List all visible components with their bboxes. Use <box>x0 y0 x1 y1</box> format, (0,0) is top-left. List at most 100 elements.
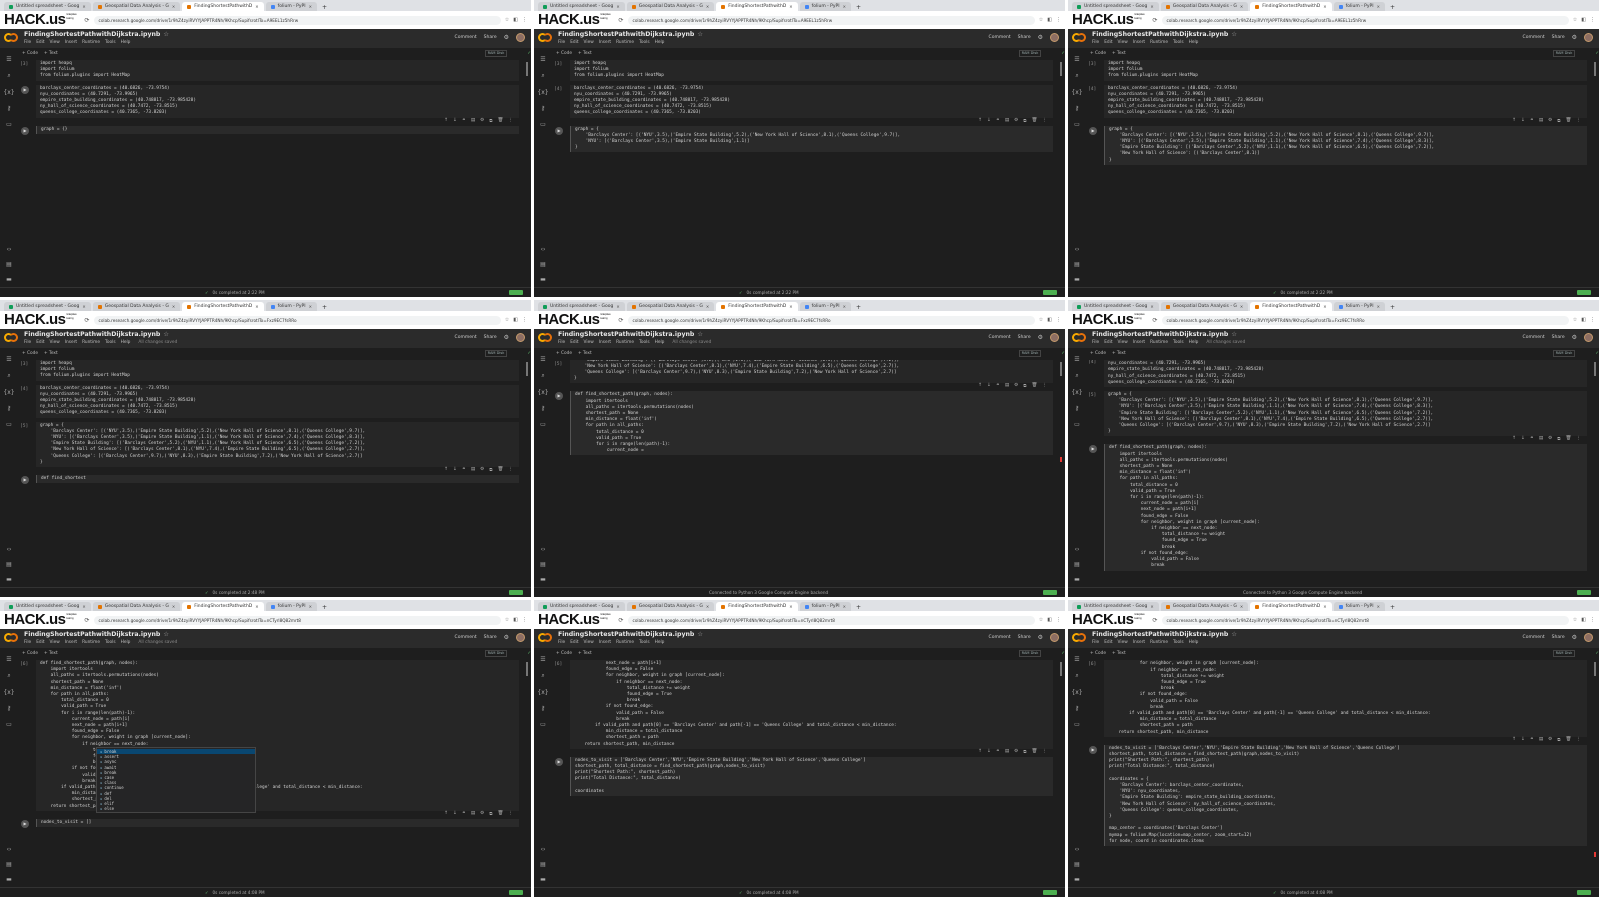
extensions-icon[interactable]: ◧ <box>1581 617 1586 623</box>
folder-icon[interactable]: ▭ <box>6 121 12 128</box>
more-icon[interactable]: ⋮ <box>1042 383 1047 389</box>
menu-edit[interactable]: Edit <box>570 40 578 45</box>
delete-icon[interactable]: 🗑 <box>498 118 504 124</box>
code-editor[interactable]: def find_shortest <box>36 475 519 484</box>
browser-tab[interactable]: Geospatial Data Analysis - G ✕ <box>626 302 715 311</box>
menu-help[interactable]: Help <box>121 340 131 345</box>
menu-file[interactable]: File <box>24 640 31 645</box>
url-field[interactable]: colab.research.google.com/drive/1r9hZ4zy… <box>627 615 1035 625</box>
toc-icon[interactable]: ☰ <box>1074 356 1079 363</box>
code-editor[interactable]: barclays_center_coordinates = (40.6826, … <box>36 384 519 418</box>
add-text-button[interactable]: + Text <box>44 651 58 656</box>
menu-view[interactable]: View <box>584 340 594 345</box>
menu-help[interactable]: Help <box>1189 40 1199 45</box>
runtime-status-badge[interactable] <box>1043 290 1057 295</box>
ram-disk-indicator[interactable]: RAM Disk <box>1018 49 1042 57</box>
search-icon[interactable]: ⌕ <box>541 372 544 380</box>
move-down-icon[interactable]: ↓ <box>1521 436 1525 442</box>
toc-icon[interactable]: ☰ <box>6 56 11 63</box>
secrets-icon[interactable]: ⚷ <box>1075 105 1079 112</box>
code-cell-active[interactable]: ↑ ↓ ⚭ ▤ ⚙ ⧉ 🗑 ⋮ ▶ nodes_to_visit = [] <box>20 811 519 828</box>
star-icon[interactable]: ☆ <box>505 17 509 23</box>
runtime-status-badge[interactable] <box>1577 890 1591 895</box>
link-icon[interactable]: ⚭ <box>462 467 466 473</box>
browser-tab-active[interactable]: FindingShortestPathwithD ✕ <box>1250 302 1332 311</box>
menu-insert[interactable]: Insert <box>65 40 77 45</box>
gear-icon[interactable]: ⚙ <box>1038 634 1043 641</box>
move-up-icon[interactable]: ↑ <box>1512 436 1516 442</box>
delete-icon[interactable]: 🗑 <box>1566 118 1572 124</box>
notebook-title[interactable]: FindingShortestPathwithDijkstra.ipynb ☆ <box>1092 331 1237 338</box>
code-editor[interactable]: def find_shortest_path(graph, nodes): im… <box>570 391 1053 456</box>
run-cell-icon[interactable]: ▶ <box>555 392 563 401</box>
code-editor[interactable]: next_node = path[i+1] found_edge = False… <box>1104 660 1587 737</box>
browser-tab[interactable]: Geospatial Data Analysis - G ✕ <box>92 2 181 11</box>
code-editor[interactable]: import heapq import folium from folium.p… <box>36 60 519 81</box>
delete-icon[interactable]: 🗑 <box>1032 383 1038 389</box>
menu-icon[interactable]: ⋮ <box>522 617 527 623</box>
menu-view[interactable]: View <box>50 40 60 45</box>
terminal-icon[interactable]: ▬ <box>6 276 12 283</box>
secrets-icon[interactable]: ⚷ <box>7 105 11 112</box>
new-tab-icon[interactable]: + <box>1387 304 1398 311</box>
menu-insert[interactable]: Insert <box>599 40 611 45</box>
browser-tab[interactable]: Geospatial Data Analysis - G ✕ <box>1160 602 1249 611</box>
more-icon[interactable]: ⋮ <box>508 811 513 817</box>
code-cell-active[interactable]: ↑ ↓ ⚭ ▤ ⚙ ⧉ 🗑 ⋮ ▶ nodes_to_visit = ['Barclays Cen… <box>1088 737 1587 847</box>
notebook-title[interactable]: FindingShortestPathwithDijkstra.ipynb ☆ <box>558 631 703 638</box>
menu-file[interactable]: File <box>558 640 565 645</box>
ram-disk-indicator[interactable]: RAM Disk <box>1018 349 1042 357</box>
command-palette-icon[interactable]: ▤ <box>6 261 12 268</box>
move-up-icon[interactable]: ↑ <box>444 118 448 124</box>
run-cell-icon[interactable]: ▶ <box>21 85 29 94</box>
search-icon[interactable]: ⌕ <box>541 72 544 80</box>
star-icon[interactable]: ☆ <box>1039 17 1043 23</box>
extensions-icon[interactable]: ◧ <box>1581 17 1586 23</box>
add-text-button[interactable]: + Text <box>1112 351 1126 356</box>
code-snippets-icon[interactable]: ‹› <box>541 546 546 553</box>
menu-edit[interactable]: Edit <box>570 640 578 645</box>
browser-tab[interactable]: folium - PyPI ✕ <box>799 602 851 611</box>
menu-help[interactable]: Help <box>655 40 665 45</box>
extensions-icon[interactable]: ◧ <box>1581 317 1586 323</box>
gear-icon[interactable]: ⚙ <box>1548 118 1552 124</box>
star-icon[interactable]: ☆ <box>505 317 509 323</box>
browser-tab[interactable]: folium - PyPI ✕ <box>265 2 317 11</box>
runtime-status-badge[interactable] <box>1577 590 1591 595</box>
search-icon[interactable]: ⌕ <box>7 72 10 80</box>
browser-tab-active[interactable]: FindingShortestPathwithD ✕ <box>1250 2 1332 11</box>
notebook-title[interactable]: FindingShortestPathwithDijkstra.ipynb ☆ <box>24 331 169 338</box>
comment-button[interactable]: Comment <box>989 35 1011 40</box>
folder-icon[interactable]: ▭ <box>540 421 546 428</box>
notebook-title[interactable]: FindingShortestPathwithDijkstra.ipynb ☆ <box>1092 31 1237 38</box>
code-cell[interactable]: [5]graph = { 'Barclays Center': [('NYU',… <box>1088 391 1587 437</box>
menu-view[interactable]: View <box>1118 640 1128 645</box>
code-editor[interactable]: barclays_center_coordinates = (40.6826, … <box>1104 84 1587 118</box>
colab-logo-icon[interactable] <box>538 333 552 342</box>
comment-icon[interactable]: ▤ <box>1539 436 1543 442</box>
menu-view[interactable]: View <box>584 640 594 645</box>
copy-icon[interactable]: ⧉ <box>1023 749 1026 755</box>
code-editor[interactable]: import heapq import folium from folium.p… <box>1104 60 1587 81</box>
code-editor[interactable]: graph = { 'Barclays Center': [('NYU',3.5… <box>570 125 1053 153</box>
move-up-icon[interactable]: ↑ <box>978 749 982 755</box>
comment-button[interactable]: Comment <box>989 335 1011 340</box>
add-text-button[interactable]: + Text <box>578 51 592 56</box>
reload-icon[interactable]: ⟳ <box>85 617 90 624</box>
secrets-icon[interactable]: ⚷ <box>7 405 11 412</box>
menu-tools[interactable]: Tools <box>105 640 116 645</box>
colab-logo-icon[interactable] <box>1072 633 1086 642</box>
command-palette-icon[interactable]: ▤ <box>540 561 546 568</box>
browser-tab[interactable]: Geospatial Data Analysis - G ✕ <box>1160 2 1249 11</box>
reload-icon[interactable]: ⟳ <box>619 317 624 324</box>
comment-button[interactable]: Comment <box>455 335 477 340</box>
copy-icon[interactable]: ⧉ <box>489 467 492 473</box>
browser-tab-active[interactable]: FindingShortestPathwithD ✕ <box>182 302 264 311</box>
code-snippets-icon[interactable]: ‹› <box>1075 546 1080 553</box>
autocomplete-item[interactable]: ▫ else <box>97 806 255 811</box>
comment-icon[interactable]: ▤ <box>1539 737 1543 743</box>
menu-view[interactable]: View <box>1118 40 1128 45</box>
terminal-icon[interactable]: ▬ <box>1074 576 1080 583</box>
gear-icon[interactable]: ⚙ <box>480 467 484 473</box>
menu-edit[interactable]: Edit <box>1104 640 1112 645</box>
